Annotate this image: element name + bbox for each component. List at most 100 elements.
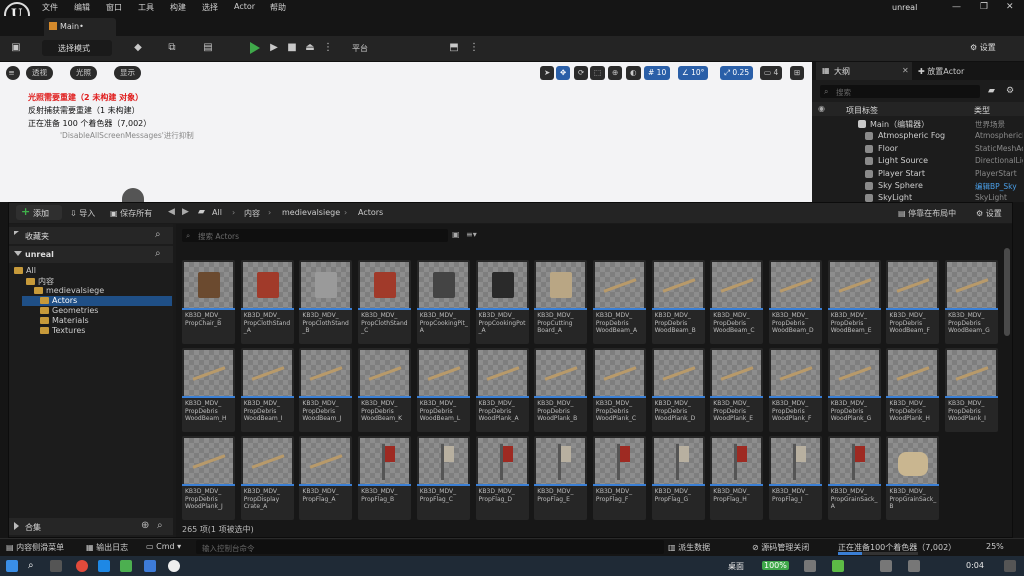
move-tool-icon[interactable]: ✥ [556,66,571,80]
save-icon[interactable]: ▣ [10,42,22,54]
outliner-row[interactable]: Sky Sphere 编辑BP_Sky [812,180,1024,192]
collections-header[interactable]: 合集 ⊕ ⌕ [9,518,173,535]
breadcrumb-all[interactable]: All [212,208,222,217]
asset-tile[interactable]: KB3D_MDV_ PropGrainSack_ B [886,436,940,520]
menu-help[interactable]: 帮助 [270,2,286,13]
search-icon[interactable]: ⌕ [28,560,40,572]
search-icon[interactable]: ⌕ [155,248,161,259]
asset-tile[interactable]: KB3D_MDV_ PropDebris WoodPlank_G [827,348,881,432]
chrome-icon[interactable] [76,560,88,572]
clock[interactable]: 0:04 [966,561,984,570]
favorites-header[interactable]: 收藏夹 ⌕ [9,227,173,244]
viewport-menu-icon[interactable]: ≡ [6,66,20,80]
select-tool-icon[interactable]: ➤ [540,66,555,80]
asset-tile[interactable]: KB3D_MDV_ PropDebris WoodBeam_E [827,260,881,344]
menu-file[interactable]: 文件 [42,2,58,13]
asset-tile[interactable]: KB3D_MDV_ PropChair_B [182,260,235,344]
asset-search-input[interactable]: ⌕ 搜索 Actors [182,229,448,242]
tray-icon[interactable] [880,560,892,572]
asset-tile[interactable]: KB3D_MDV_ PropCookingPot _A [475,260,529,344]
asset-tile[interactable]: KB3D_MDV_ PropClothStand _A [240,260,294,344]
menu-select[interactable]: 选择 [202,2,218,13]
outliner-settings-icon[interactable]: ⚙ [1006,86,1014,96]
asset-tile[interactable]: KB3D_MDV_ PropDebris WoodBeam_F [886,260,940,344]
tab-place-actors[interactable]: ✚ 放置Actor [918,66,964,77]
save-all-button[interactable]: ▣ 保存所有 [110,208,152,219]
cinematics-icon[interactable]: ▤ [202,42,214,54]
cmd-selector[interactable]: ▭ Cmd ▾ [146,542,181,551]
tab-outliner[interactable]: ▦ 大纲 ✕ [816,62,912,80]
asset-tile[interactable]: KB3D_MDV_ PropFlag_D [475,436,529,520]
outliner-row[interactable]: Main（编辑器） 世界场景 [812,118,1024,130]
asset-tile[interactable]: KB3D_MDV_ PropDebris WoodBeam_J [299,348,353,432]
play-button[interactable] [250,42,260,54]
project-header[interactable]: unreal ⌕ [9,246,173,263]
notification-icon[interactable] [1004,560,1016,572]
back-icon[interactable]: ◀ [168,207,175,217]
tray-icon[interactable] [832,560,844,572]
add-folder-icon[interactable]: ▰ [988,86,995,96]
menu-window[interactable]: 窗口 [106,2,122,13]
desktop-label[interactable]: 桌面 [728,561,744,572]
minimize-icon[interactable]: — [952,2,961,12]
cb-settings-button[interactable]: ⚙ 设置 [976,208,1002,219]
add-actor-icon[interactable]: ◆ [132,42,144,54]
asset-tile[interactable]: KB3D_MDV_ PropDebris WoodBeam_G [945,260,999,344]
asset-tile[interactable]: KB3D_MDV_ PropDebris WoodBeam_C [710,260,764,344]
asset-tile[interactable]: KB3D_MDV_ PropDisplay Crate_A [240,436,294,520]
outliner-row[interactable]: Light Source DirectionalLight [812,155,1024,167]
select-mode-button[interactable]: 选择模式 [42,40,112,56]
settings-button[interactable]: ⚙ 设置 [970,42,996,53]
asset-tile[interactable]: KB3D_MDV_ PropFlag_E [534,436,588,520]
asset-tile[interactable]: KB3D_MDV_ PropClothStand _B [299,260,353,344]
forward-icon[interactable]: ▶ [182,207,189,217]
eject-icon[interactable]: ⏏ [304,42,316,54]
tree-item-geometries[interactable]: Geometries [40,306,98,316]
rotate-tool-icon[interactable]: ⟳ [574,66,589,80]
breadcrumb-actors[interactable]: Actors [358,208,383,217]
surface-snap-icon[interactable]: ◐ [626,66,641,80]
windows-start-icon[interactable] [6,560,18,572]
app-icon[interactable] [120,560,132,572]
tree-item-actors[interactable]: Actors [40,296,77,306]
outliner-row[interactable]: Floor StaticMeshActor [812,143,1024,155]
asset-tile[interactable]: KB3D_MDV_ PropDebris WoodPlank_B [534,348,588,432]
restore-icon[interactable]: ❐ [980,2,988,12]
derived-data-button[interactable]: ▥ 派生数据 [668,542,710,553]
asset-tile[interactable]: KB3D_MDV_ PropDebris WoodPlank_F [769,348,822,432]
rotation-snap-chip[interactable]: ∠ 10° [678,66,709,80]
asset-tile[interactable]: KB3D_MDV_ PropDebris WoodBeam_D [769,260,822,344]
outliner-row[interactable]: Player Start PlayerStart [812,168,1024,180]
asset-tile[interactable]: KB3D_MDV_ PropDebris WoodPlank_A [475,348,529,432]
asset-tile[interactable]: KB3D_MDV_ PropCookingPit_ A [416,260,470,344]
asset-tile[interactable]: KB3D_MDV_ PropFlag_A [299,436,353,520]
asset-tile[interactable]: KB3D_MDV_ PropGrainSack_ A [827,436,881,520]
more-options-icon[interactable]: ⋮ [322,42,334,54]
dock-in-layout-button[interactable]: ▤ 停靠在布局中 [898,208,956,219]
perspective-button[interactable]: 透视 [26,66,53,80]
asset-tile[interactable]: KB3D_MDV_ PropDebris WoodBeam_K [358,348,412,432]
tab-main[interactable]: Main• [44,18,116,36]
asset-tile[interactable]: KB3D_MDV_ PropFlag_I [769,436,822,520]
platforms-button[interactable]: 平台 [352,43,368,54]
app-icon[interactable] [98,560,110,572]
stop-icon[interactable]: ■ [286,42,298,54]
show-button[interactable]: 显示 [114,66,141,80]
asset-tile[interactable]: KB3D_MDV_ PropDebris WoodPlank_C [592,348,646,432]
close-icon[interactable]: ✕ [1006,2,1014,12]
battery-indicator[interactable]: 100% [762,561,789,570]
asset-tile[interactable]: KB3D_MDV_ PropFlag_F [592,436,646,520]
add-collection-icon[interactable]: ⊕ [141,520,149,531]
outliner-search-input[interactable]: ⌕ 搜索 [820,85,980,98]
asset-tile[interactable]: KB3D_MDV_ PropFlag_B [358,436,412,520]
asset-tile[interactable]: KB3D_MDV_ PropDebris WoodPlank_I [945,348,999,432]
source-control-icon[interactable]: ⬒ [448,42,460,54]
tree-item-content[interactable]: 内容 [26,276,54,286]
grid-snap-chip[interactable]: # 10 [644,66,671,80]
source-control-button[interactable]: ⊘ 源码管理关闭 [752,542,809,553]
scale-tool-icon[interactable]: ⬚ [590,66,606,80]
output-log-button[interactable]: ▦ 输出日志 [86,542,128,553]
explorer-icon[interactable] [144,560,156,572]
asset-tile[interactable]: KB3D_MDV_ PropDebris WoodBeam_A [592,260,646,344]
asset-tile[interactable]: KB3D_MDV_ PropDebris WoodPlank_E [710,348,764,432]
